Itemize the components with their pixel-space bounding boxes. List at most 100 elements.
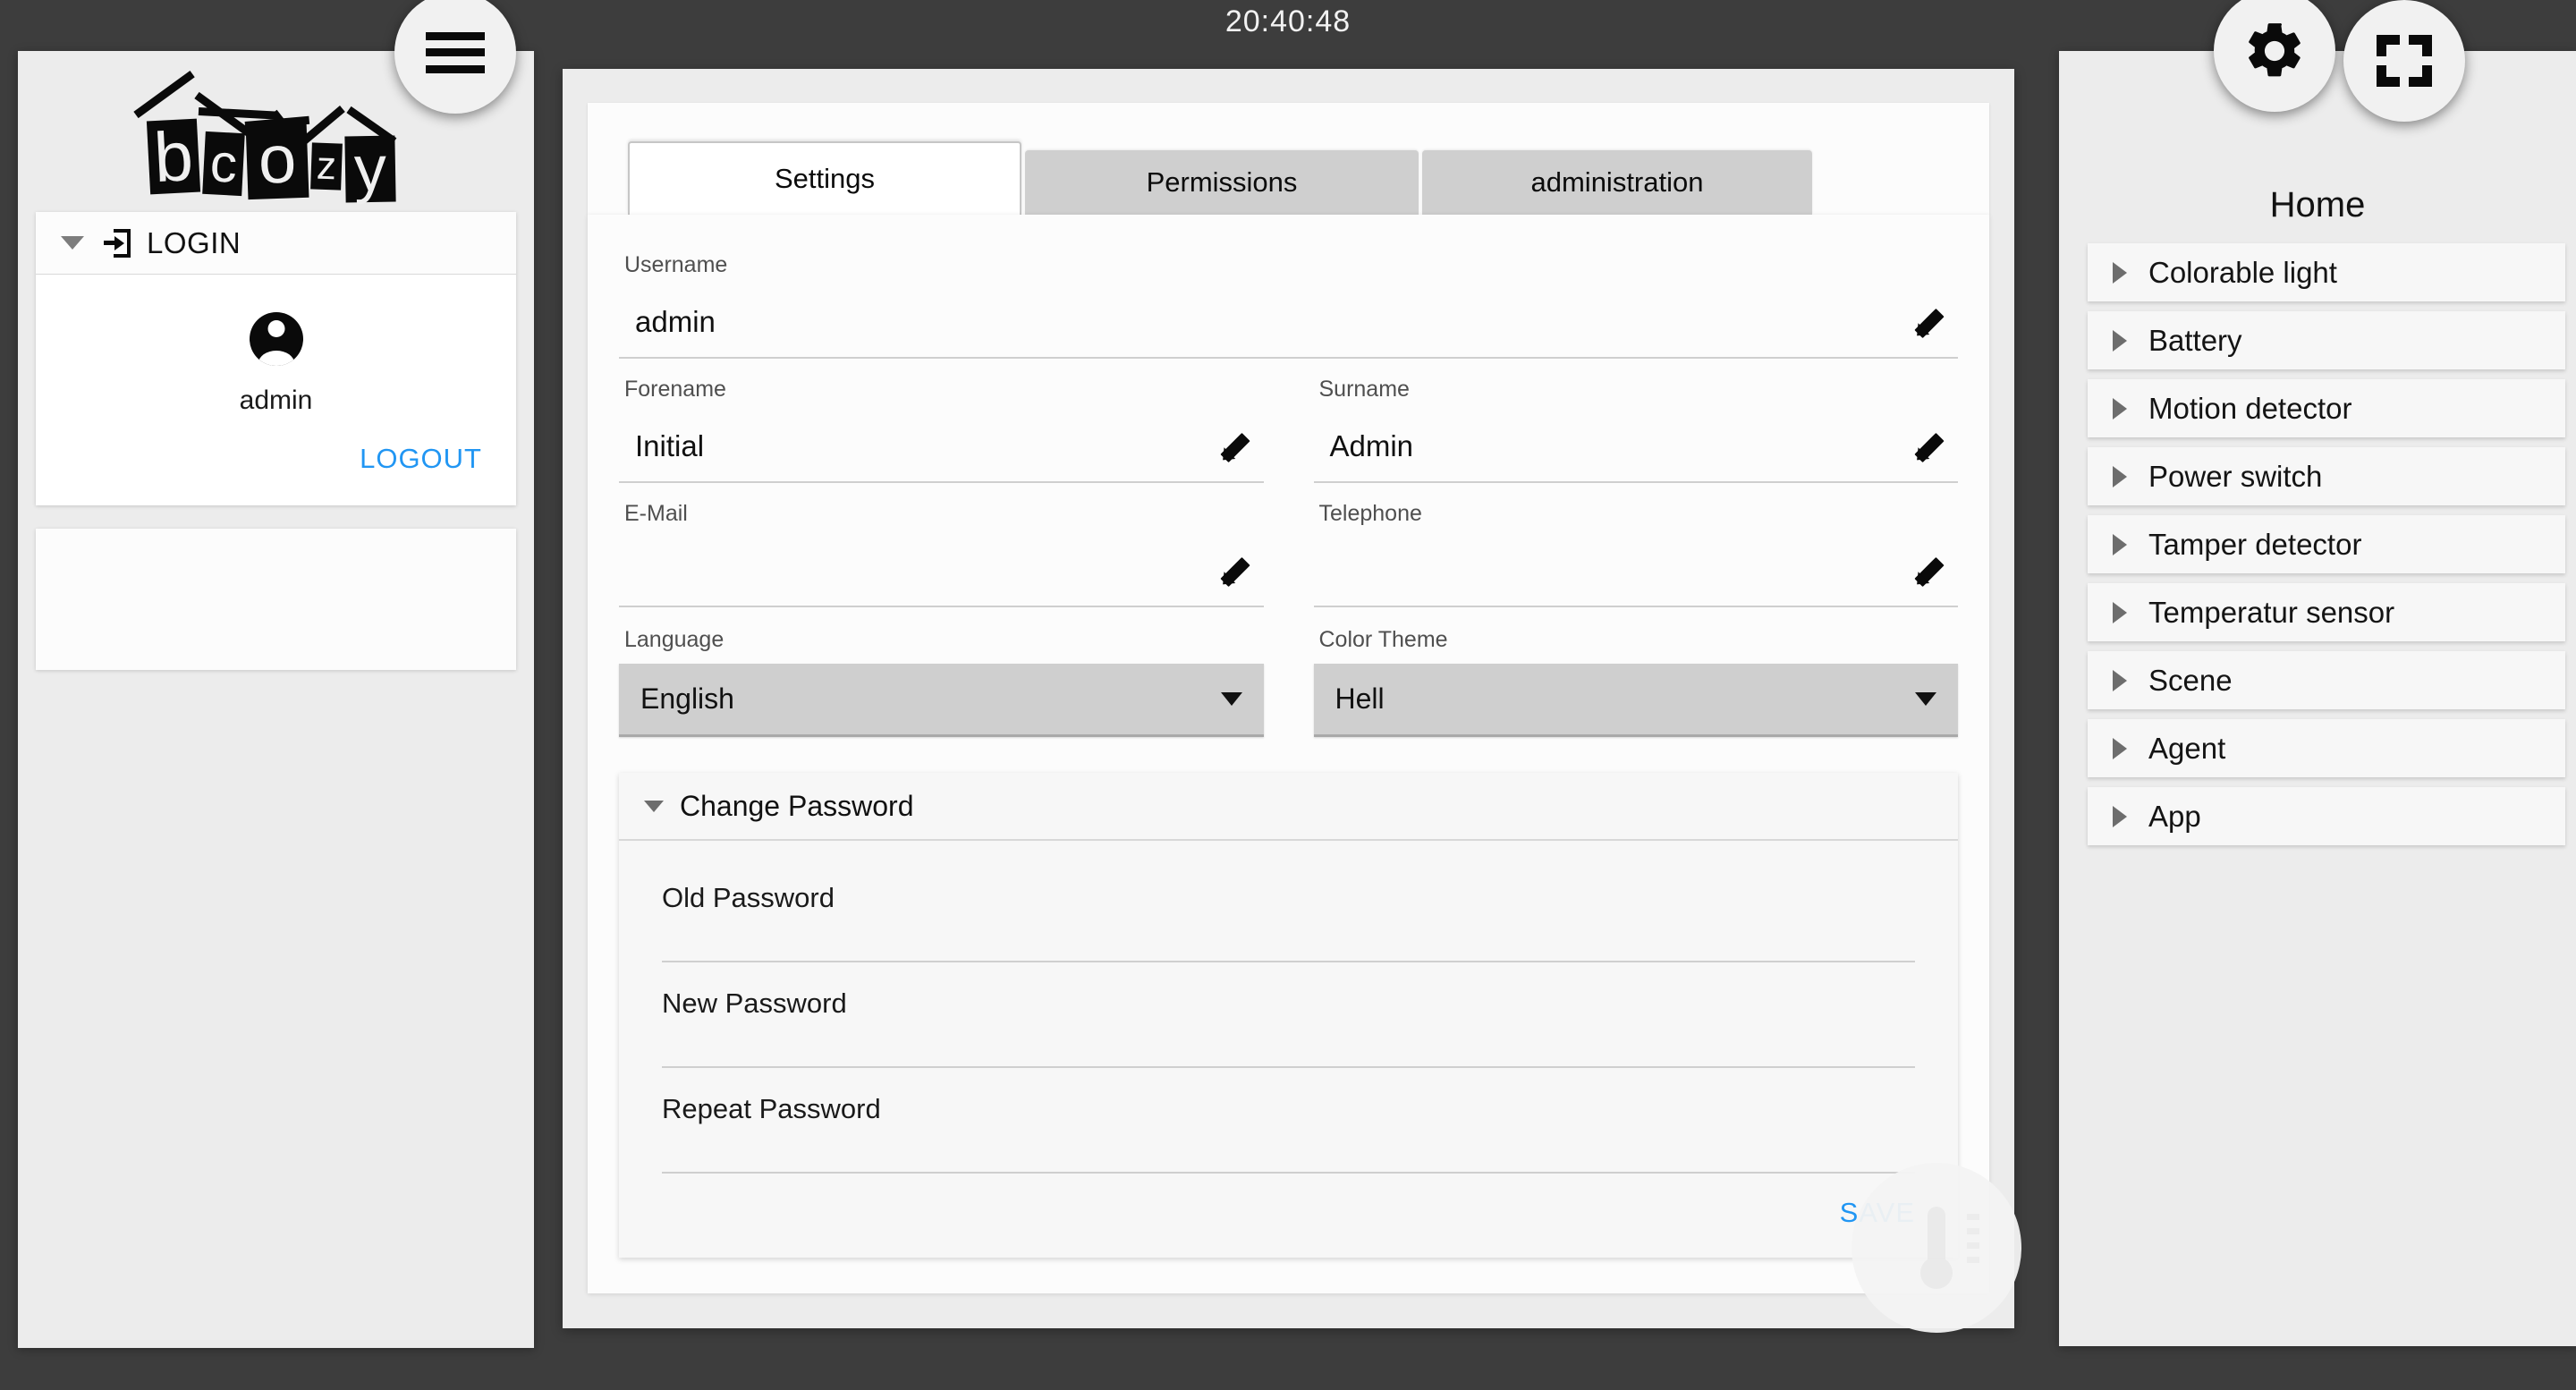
field-forename[interactable]: Forename Initial: [619, 359, 1264, 483]
save-row: SAVE: [662, 1174, 1915, 1249]
field-label-username: Username: [619, 252, 1958, 278]
field-old-password[interactable]: Old Password: [662, 857, 1915, 962]
logged-in-username: admin: [36, 386, 516, 416]
login-arrow-icon: [104, 229, 131, 258]
app-root: 20:40:48 b c o z y: [0, 0, 2576, 1390]
fullscreen-icon: [2377, 35, 2432, 87]
list-item-battery[interactable]: Battery: [2088, 311, 2565, 369]
field-label-email: E-Mail: [619, 501, 1264, 527]
select-label-color-theme: Color Theme: [1314, 627, 1959, 653]
caret-down-icon: [1915, 692, 1936, 706]
username-row: Username admin: [588, 234, 1989, 359]
triangle-down-icon[interactable]: [61, 236, 84, 250]
list-item-label: Colorable light: [2148, 256, 2337, 290]
list-item-motion-detector[interactable]: Motion detector: [2088, 379, 2565, 437]
change-password-title: Change Password: [680, 790, 913, 823]
list-item-label: Scene: [2148, 664, 2233, 698]
pencil-icon[interactable]: [1911, 429, 1945, 463]
triangle-right-icon: [2113, 738, 2127, 759]
triangle-right-icon: [2113, 398, 2127, 420]
list-item-agent[interactable]: Agent: [2088, 719, 2565, 777]
field-label-repeat-password: Repeat Password: [662, 1093, 1915, 1125]
list-item-scene[interactable]: Scene: [2088, 651, 2565, 709]
tab-bar: Settings Permissions administration: [588, 103, 1989, 215]
change-password-card: Change Password Old Password New Passwor…: [619, 773, 1958, 1258]
change-password-header[interactable]: Change Password: [619, 773, 1958, 841]
triangle-down-icon[interactable]: [644, 801, 664, 812]
tab-strip: Settings Permissions administration: [588, 141, 1812, 215]
field-label-forename: Forename: [619, 377, 1264, 403]
field-surname[interactable]: Surname Admin: [1314, 359, 1959, 483]
field-username[interactable]: Username admin: [619, 234, 1958, 359]
main-panel: Settings Permissions administration User…: [563, 69, 2014, 1328]
fullscreen-button[interactable]: [2343, 0, 2465, 122]
field-value-username: admin: [635, 305, 716, 339]
logout-row: LOGOUT: [36, 416, 516, 480]
logout-button[interactable]: LOGOUT: [360, 443, 482, 474]
settings-content: Username admin Forename Initial: [588, 215, 1989, 1293]
clock: 20:40:48: [0, 0, 2576, 43]
field-label-surname: Surname: [1314, 377, 1959, 403]
tab-administration[interactable]: administration: [1422, 150, 1812, 215]
field-label-new-password: New Password: [662, 987, 1915, 1020]
list-item-label: Battery: [2148, 324, 2242, 358]
list-item-label: Temperatur sensor: [2148, 596, 2394, 630]
gear-icon: [2241, 18, 2308, 84]
list-item-tamper-detector[interactable]: Tamper detector: [2088, 515, 2565, 573]
select-label-language: Language: [619, 627, 1264, 653]
list-item-label: Agent: [2148, 732, 2225, 766]
triangle-right-icon: [2113, 466, 2127, 487]
triangle-right-icon: [2113, 602, 2127, 623]
field-new-password[interactable]: New Password: [662, 962, 1915, 1068]
list-item-label: Motion detector: [2148, 392, 2351, 426]
list-item-label: Power switch: [2148, 460, 2322, 494]
thermometer-icon: [1852, 1163, 2021, 1333]
language-select[interactable]: English: [619, 664, 1264, 737]
triangle-right-icon: [2113, 806, 2127, 827]
user-avatar-icon: [250, 312, 303, 366]
device-list: Colorable light Battery Motion detector …: [2059, 243, 2576, 845]
triangle-right-icon: [2113, 534, 2127, 555]
login-panel-header[interactable]: LOGIN: [36, 212, 516, 275]
list-item-label: App: [2148, 800, 2201, 834]
list-item-app[interactable]: App: [2088, 787, 2565, 845]
bcozy-logo-graphic: b c o z y: [129, 81, 424, 199]
list-item-temperatur-sensor[interactable]: Temperatur sensor: [2088, 583, 2565, 641]
preferences-row: Language English Color Theme Hell: [588, 607, 1989, 737]
field-value-forename: Initial: [635, 429, 704, 463]
login-card: LOGIN admin LOGOUT: [36, 212, 516, 505]
field-value-surname: Admin: [1330, 429, 1414, 463]
pencil-icon[interactable]: [1217, 429, 1251, 463]
right-sidebar: Home Colorable light Battery Motion dete…: [2059, 51, 2576, 1346]
field-repeat-password[interactable]: Repeat Password: [662, 1068, 1915, 1174]
list-item-colorable-light[interactable]: Colorable light: [2088, 243, 2565, 301]
login-panel-body: admin LOGOUT: [36, 275, 516, 505]
language-select-value: English: [640, 682, 734, 716]
hamburger-menu-icon: [426, 32, 485, 73]
language-select-wrap: Language English: [619, 627, 1264, 737]
triangle-right-icon: [2113, 262, 2127, 284]
pencil-icon[interactable]: [1217, 554, 1251, 588]
triangle-right-icon: [2113, 330, 2127, 352]
pencil-icon[interactable]: [1911, 554, 1945, 588]
left-sidebar: b c o z y LOGIN admin LOGOU: [18, 51, 534, 1348]
list-item-label: Tamper detector: [2148, 528, 2361, 562]
change-password-body: Old Password New Password Repeat Passwor…: [619, 841, 1958, 1258]
login-panel-title: LOGIN: [147, 226, 241, 260]
field-email[interactable]: E-Mail: [619, 483, 1264, 607]
caret-down-icon: [1221, 692, 1242, 706]
empty-card: [36, 529, 516, 670]
list-item-power-switch[interactable]: Power switch: [2088, 447, 2565, 505]
contact-row: E-Mail Telephone: [588, 483, 1989, 607]
color-theme-select-wrap: Color Theme Hell: [1314, 627, 1959, 737]
name-row: Forename Initial Surname Admin: [588, 359, 1989, 483]
tab-permissions[interactable]: Permissions: [1025, 150, 1419, 215]
field-label-telephone: Telephone: [1314, 501, 1959, 527]
triangle-right-icon: [2113, 670, 2127, 691]
field-label-old-password: Old Password: [662, 882, 1915, 914]
field-telephone[interactable]: Telephone: [1314, 483, 1959, 607]
tab-settings[interactable]: Settings: [628, 141, 1021, 215]
pencil-icon[interactable]: [1911, 305, 1945, 339]
color-theme-select-value: Hell: [1335, 682, 1385, 716]
color-theme-select[interactable]: Hell: [1314, 664, 1959, 737]
